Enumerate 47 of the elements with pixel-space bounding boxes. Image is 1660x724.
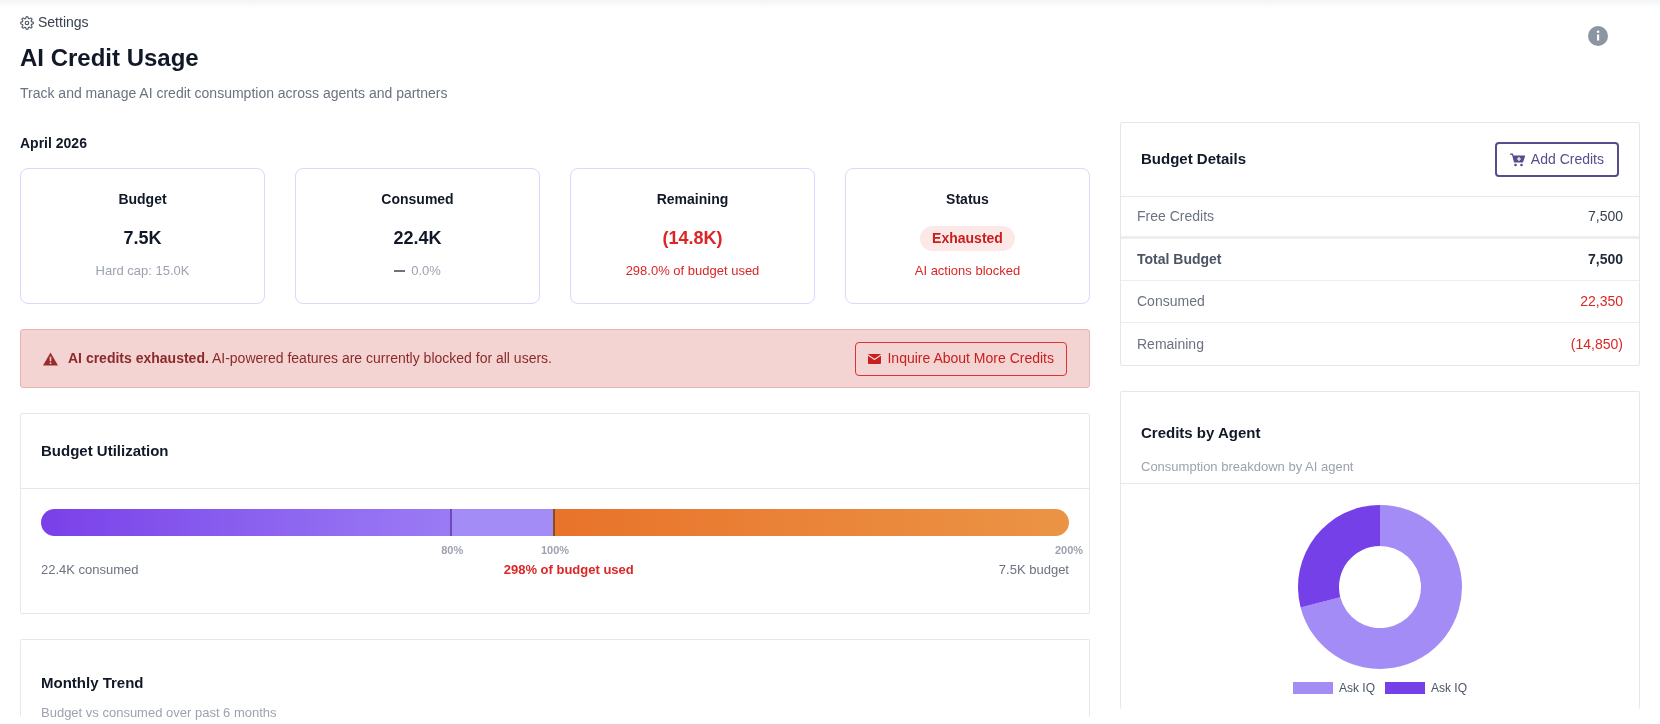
page-subtitle: Track and manage AI credit consumption across agents and partners <box>20 84 448 103</box>
row-value: 22,350 <box>1580 292 1623 311</box>
legend-label: Ask IQ <box>1339 680 1375 697</box>
stat-label: Remaining <box>656 190 729 209</box>
period-label: April 2026 <box>20 134 88 153</box>
row-value: (14,850) <box>1570 334 1623 354</box>
row-label: Free Credits <box>1137 207 1215 226</box>
tick-label: 200% <box>1054 543 1084 558</box>
row-label: Remaining <box>1137 334 1204 354</box>
row-label: Consumed <box>1137 292 1205 311</box>
stat-label: Status <box>946 190 989 209</box>
page-title: AI Credit Usage <box>20 43 200 73</box>
row-value: 7,500 <box>1587 207 1623 226</box>
flat-trend-icon <box>394 269 406 272</box>
stat-label: Budget <box>118 190 167 209</box>
info-icon[interactable] <box>1588 26 1608 46</box>
card-subtitle: Budget vs consumed over past 6 months <box>41 704 278 721</box>
legend-label: Ask IQ <box>1431 680 1467 697</box>
tick-label: 80% <box>441 543 464 558</box>
card-subtitle: Consumption breakdown by AI agent <box>1141 457 1355 476</box>
stat-value: (14.8K) <box>662 227 723 250</box>
row-label: Total Budget <box>1137 250 1222 269</box>
stat-value: 7.5K <box>123 227 162 250</box>
consumed-caption: 22.4K consumed <box>41 561 139 579</box>
alert-message: AI credits exhausted. AI-powered features are currently blocked for all users. <box>68 349 552 368</box>
stat-label: Consumed <box>381 190 454 209</box>
status-badge: Exhausted <box>920 226 1015 251</box>
inquire-button[interactable]: Inquire About More Credits <box>855 341 1067 376</box>
row-value: 7,500 <box>1587 250 1623 269</box>
add-credits-button[interactable]: Add Credits <box>1494 142 1619 177</box>
tick-label: 100% <box>540 543 570 558</box>
card-title: Monthly Trend <box>41 673 145 693</box>
settings-icon <box>20 15 34 30</box>
stat-note: 0.0% <box>411 262 441 280</box>
cart-icon <box>1509 152 1525 167</box>
stat-note: Hard cap: 15.0K <box>95 262 190 280</box>
stat-note: AI actions blocked <box>914 262 1021 280</box>
envelope-icon <box>868 353 882 364</box>
card-title: Credits by Agent <box>1141 423 1262 443</box>
card-title: Budget Utilization <box>41 440 169 461</box>
budget-caption: 7.5K budget <box>998 561 1069 579</box>
stat-value: 22.4K <box>393 227 442 250</box>
stat-note: 298.0% of budget used <box>625 262 760 280</box>
card-title: Budget Details <box>1141 149 1246 170</box>
warning-icon <box>43 351 58 366</box>
settings-link[interactable]: Settings <box>20 12 448 33</box>
usage-caption: 298% of budget used <box>503 561 634 579</box>
